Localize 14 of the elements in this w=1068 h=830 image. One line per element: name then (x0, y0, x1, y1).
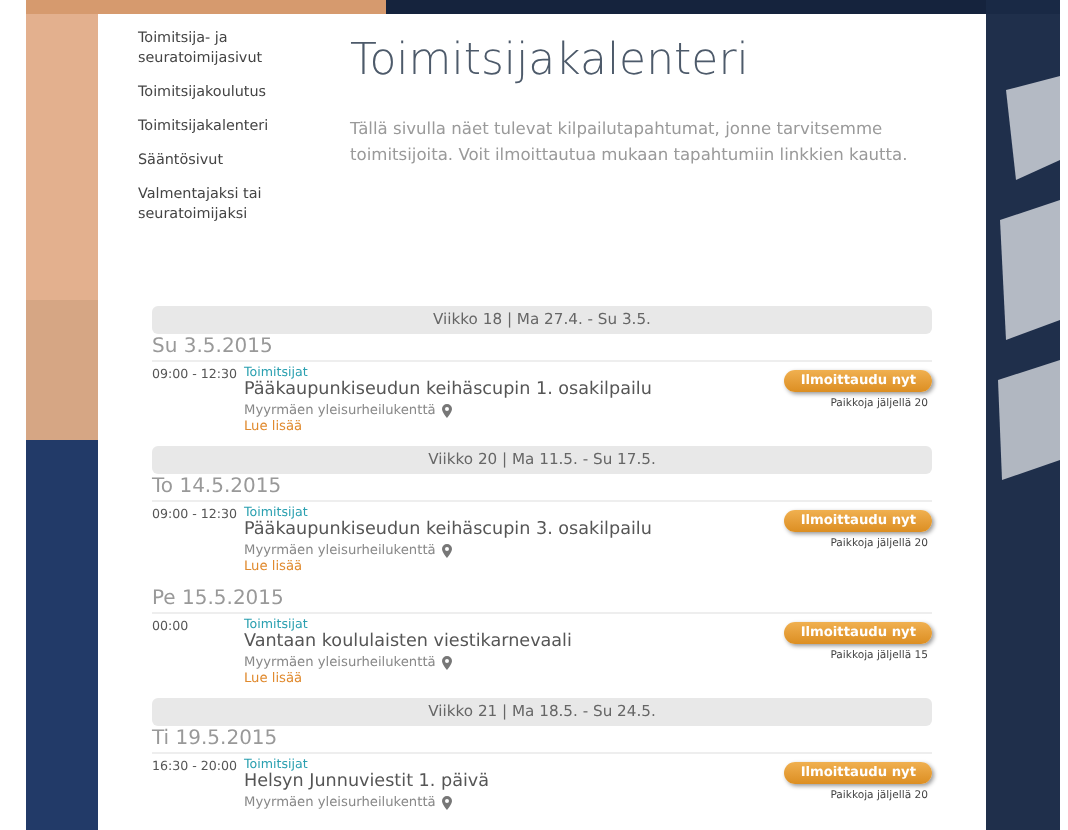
page-title: Toimitsijakalenteri (350, 34, 751, 90)
date-heading: Pe 15.5.2015 (152, 586, 932, 614)
map-pin-icon (441, 544, 452, 558)
date-heading: Ti 19.5.2015 (152, 726, 932, 754)
date-heading: Su 3.5.2015 (152, 334, 932, 362)
event-title: Vantaan koululaisten viestikarnevaali (244, 632, 574, 654)
event-title: Pääkaupunkiseudun keihäscupin 1. osakilpailu (244, 380, 654, 402)
intro-text: Tällä sivulla näet tulevat kilpailutapahtumat, jonne tarvitsemme toimitsijoita. Voit ilmoittautua mukaan tapahtumiin linkkien kautta. (350, 116, 910, 168)
event-title: Helsyn Junnuviestit 1. päivä (244, 772, 492, 794)
date-heading: To 14.5.2015 (152, 474, 932, 502)
map-pin-icon (441, 796, 452, 810)
event-title: Pääkaupunkiseudun keihäscupin 3. osakilpailu (244, 520, 654, 542)
map-pin-icon (441, 404, 452, 418)
map-pin-icon (441, 656, 452, 670)
